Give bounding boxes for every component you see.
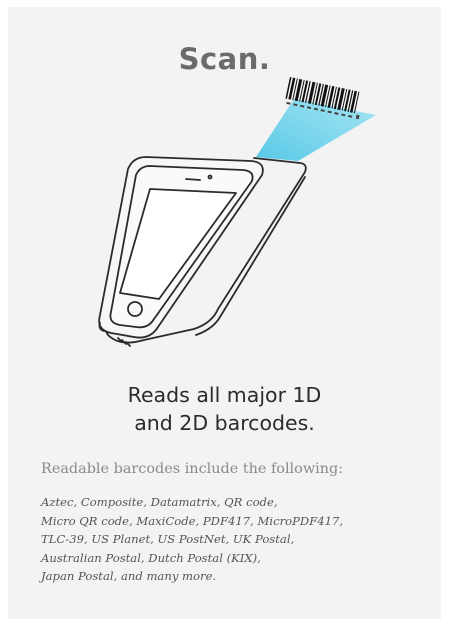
headline: Reads all major 1D and 2D barcodes. <box>8 381 441 437</box>
headline-line-1: Reads all major 1D <box>127 383 322 407</box>
barcode-list-line: TLC-39, US Planet, US PostNet, UK Postal… <box>41 532 295 546</box>
barcode-list-line: Micro QR code, MaxiCode, PDF417, MicroPD… <box>41 513 344 528</box>
barcode-list-line: Australian Postal, Dutch Postal (KIX), <box>41 550 261 565</box>
headline-line-2: and 2D barcodes. <box>134 411 315 435</box>
feature-card: Scan. Reads all major 1D and 2D barcodes… <box>8 7 441 619</box>
intro-text: Readable barcodes include the following: <box>41 461 344 477</box>
barcode-list: Aztec, Composite, Datamatrix, QR code, M… <box>41 493 441 586</box>
scanner-device-icon <box>98 156 307 347</box>
scanner-illustration <box>98 77 376 347</box>
barcode-list-line: Aztec, Composite, Datamatrix, QR code, <box>41 495 278 509</box>
barcode-list-line: Japan Postal, and many more. <box>41 569 217 583</box>
